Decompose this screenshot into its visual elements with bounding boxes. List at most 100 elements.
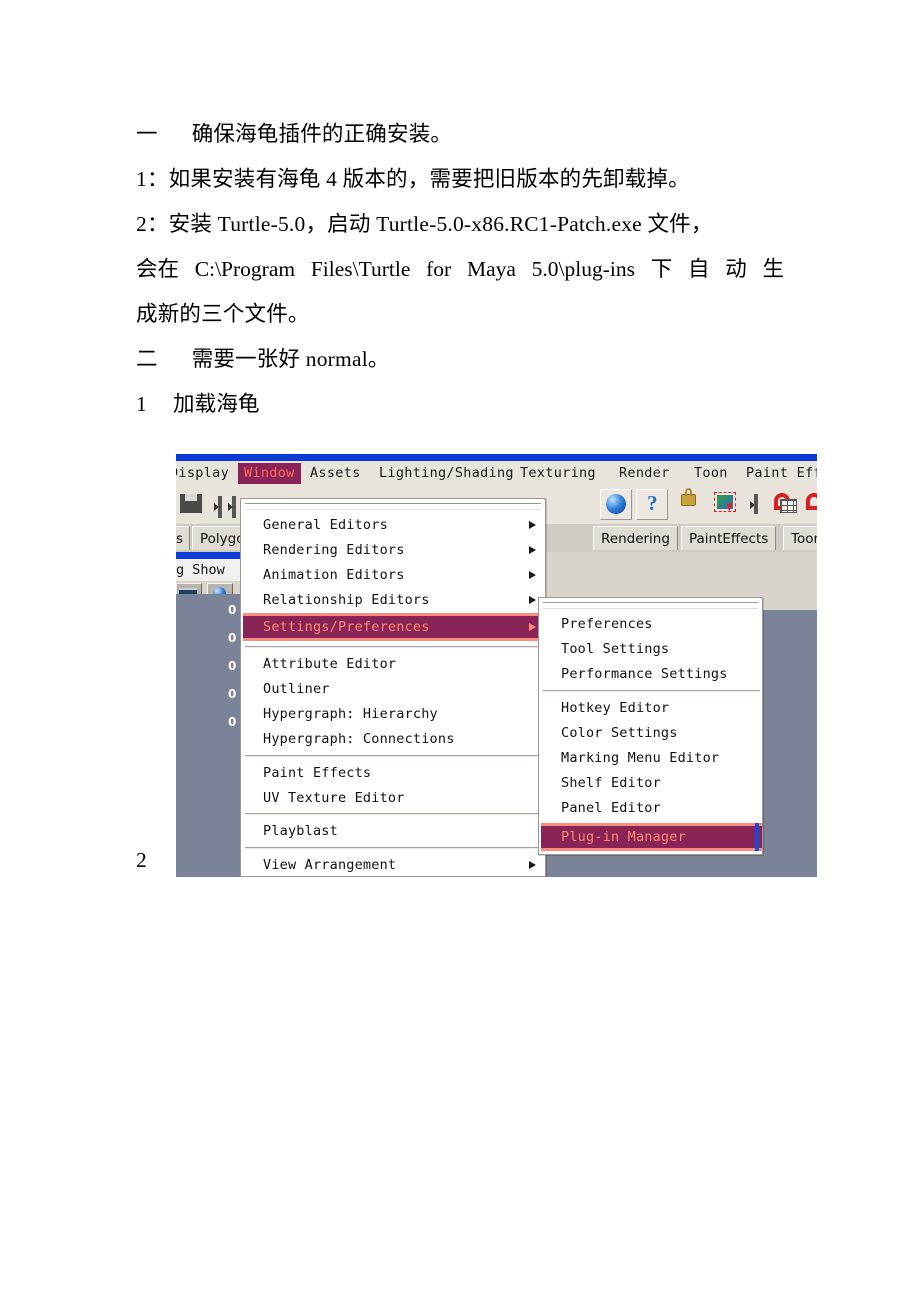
doc-line-1-text: 确保海龟插件的正确安装。 — [191, 122, 453, 146]
submenu-item-color-settings[interactable]: Color Settings — [541, 721, 762, 745]
magnet-icon-2[interactable] — [806, 493, 817, 510]
doc-line-4-seg-5: 5.0\plug-ins — [531, 257, 635, 281]
doc-trailing-number: 2 — [136, 848, 147, 872]
doc-line-3-index: 2： — [136, 212, 169, 236]
doc-line-6: 二 需要一张好 normal。 — [136, 337, 796, 382]
menu-item-attribute-editor[interactable]: Attribute Editor — [243, 652, 545, 676]
doc-line-4-seg-0: 会在 — [136, 257, 180, 281]
chevron-right-icon — [529, 623, 536, 631]
menu-item-rendering-editors[interactable]: Rendering Editors — [243, 538, 545, 562]
submenu-separator-1 — [543, 690, 760, 692]
menu-item-outliner[interactable]: Outliner — [243, 677, 545, 701]
doc-line-3: 2：安装 Turtle-5.0，启动 Turtle-5.0-x86.RC1-Pa… — [136, 202, 796, 247]
menu-item-hypergraph-hierarchy[interactable]: Hypergraph: Hierarchy — [243, 702, 545, 726]
blue-sphere-icon — [606, 494, 626, 514]
doc-line-2-text: 如果安装有海龟 4 版本的，需要把旧版本的先卸载掉。 — [168, 167, 690, 191]
slider-handle-icon[interactable] — [214, 496, 222, 518]
doc-line-4: 会在 C:\Program Files\Turtle for Maya 5.0\… — [136, 247, 784, 292]
doc-line-4-seg-6: 下 — [650, 257, 673, 281]
viewport-value-0: 0 — [228, 603, 237, 617]
submenu-item-panel-editor[interactable]: Panel Editor — [541, 796, 762, 820]
viewport-value-3: 0 — [228, 687, 237, 701]
chevron-right-icon — [529, 861, 536, 869]
doc-line-2-index: 1： — [136, 167, 169, 191]
chevron-right-icon — [529, 546, 536, 554]
viewport-value-1: 0 — [228, 631, 237, 645]
doc-line-5-text: 成新的三个文件。 — [136, 302, 310, 326]
shelf-tab-rendering[interactable]: Rendering — [593, 526, 678, 550]
submenu-highlight-edge — [755, 823, 759, 851]
maya-menubar: Display Window Assets Lighting/Shading T… — [176, 461, 817, 487]
menubar-item-toon[interactable]: Toon — [694, 463, 728, 484]
viewport-value-4: 0 — [228, 715, 237, 729]
doc-line-7-text: 加载海龟 — [172, 392, 260, 416]
maya-window-titlebar — [176, 454, 817, 461]
menubar-item-render[interactable]: Render — [619, 463, 670, 484]
submenu-item-plugin-manager[interactable]: Plug-in Manager — [541, 823, 762, 851]
help-question-icon: ? — [647, 491, 658, 515]
submenu-item-marking-menu-editor[interactable]: Marking Menu Editor — [541, 746, 762, 770]
menu-separator-2 — [245, 755, 543, 757]
submenu-item-performance-settings[interactable]: Performance Settings — [541, 662, 762, 686]
padlock-icon[interactable] — [681, 488, 696, 506]
menubar-item-assets[interactable]: Assets — [310, 463, 361, 484]
doc-line-4-seg-4: Maya — [466, 257, 516, 281]
save-floppy-icon[interactable] — [180, 494, 202, 513]
shelf-tab-s[interactable]: s — [176, 526, 190, 550]
doc-line-2: 1：如果安装有海龟 4 版本的，需要把旧版本的先卸载掉。 — [136, 157, 796, 202]
menubar-item-paint-effects[interactable]: Paint Effe — [746, 463, 817, 484]
menu-separator-4 — [245, 847, 543, 849]
maya-screenshot-image: Display Window Assets Lighting/Shading T… — [176, 454, 817, 877]
grid-snap-icon[interactable] — [780, 499, 797, 513]
doc-line-4-seg-3: for — [426, 257, 452, 281]
submenu-tearoff-handle[interactable] — [543, 602, 758, 609]
menubar-item-texturing[interactable]: Texturing — [520, 463, 596, 484]
blue-sphere-button[interactable] — [600, 489, 632, 520]
menu-item-view-arrangement[interactable]: View Arrangement — [243, 853, 545, 877]
chevron-right-icon — [529, 596, 536, 604]
menu-separator-3 — [245, 813, 543, 815]
menu-tearoff-handle[interactable] — [245, 503, 541, 510]
menu-item-animation-editors[interactable]: Animation Editors — [243, 563, 545, 587]
doc-line-3-text: 安装 Turtle-5.0，启动 Turtle-5.0-x86.RC1-Patc… — [168, 212, 713, 236]
menu-item-general-editors[interactable]: General Editors — [243, 513, 545, 537]
doc-line-6-text: 需要一张好 normal。 — [191, 347, 390, 371]
shelf-tab-toon[interactable]: Toon — [783, 526, 817, 550]
doc-line-4-seg-7: 自 — [687, 257, 710, 281]
doc-line-1-index: 一 — [136, 122, 158, 146]
doc-line-4-seg-8: 动 — [725, 257, 747, 281]
doc-line-5: 成新的三个文件。 — [136, 292, 796, 337]
menu-item-playblast[interactable]: Playblast — [243, 819, 545, 843]
doc-line-7: 1 加载海龟 — [136, 382, 796, 427]
window-dropdown-menu: General Editors Rendering Editors Animat… — [240, 498, 546, 877]
submenu-item-tool-settings[interactable]: Tool Settings — [541, 637, 762, 661]
document-text-block: 一 确保海龟插件的正确安装。 1：如果安装有海龟 4 版本的，需要把旧版本的先卸载… — [136, 112, 796, 427]
slider-handle-icon-2[interactable] — [228, 496, 236, 518]
selection-box-icon[interactable] — [714, 492, 736, 512]
settings-preferences-submenu: Preferences Tool Settings Performance Se… — [538, 597, 763, 855]
menu-item-paint-effects[interactable]: Paint Effects — [243, 761, 545, 785]
menubar-item-display[interactable]: Display — [176, 463, 229, 484]
doc-line-6-index: 二 — [136, 347, 158, 371]
submenu-item-preferences[interactable]: Preferences — [541, 612, 762, 636]
submenu-item-shelf-editor[interactable]: Shelf Editor — [541, 771, 762, 795]
help-button[interactable]: ? — [636, 489, 668, 520]
viewport-value-2: 0 — [228, 659, 237, 673]
doc-line-4-seg-9: 生 — [762, 257, 784, 281]
submenu-item-hotkey-editor[interactable]: Hotkey Editor — [541, 696, 762, 720]
doc-line-1: 一 确保海龟插件的正确安装。 — [136, 112, 796, 157]
doc-line-4-seg-2: Files\Turtle — [310, 257, 411, 281]
menubar-item-lighting-shading[interactable]: Lighting/Shading — [379, 463, 514, 484]
menu-item-settings-preferences[interactable]: Settings/Preferences — [243, 613, 545, 641]
doc-line-7-index: 1 — [136, 392, 147, 416]
chevron-right-icon — [529, 571, 536, 579]
menu-item-hypergraph-connections[interactable]: Hypergraph: Connections — [243, 727, 545, 751]
chevron-right-icon — [529, 521, 536, 529]
doc-line-4-seg-1: C:\Program — [194, 257, 296, 281]
divider-icon[interactable] — [750, 494, 758, 514]
menu-separator-1 — [245, 646, 543, 648]
menu-item-uv-texture-editor[interactable]: UV Texture Editor — [243, 786, 545, 810]
menu-item-relationship-editors[interactable]: Relationship Editors — [243, 588, 545, 612]
shelf-tab-painteffects[interactable]: PaintEffects — [681, 526, 777, 550]
menubar-item-window[interactable]: Window — [238, 463, 301, 484]
